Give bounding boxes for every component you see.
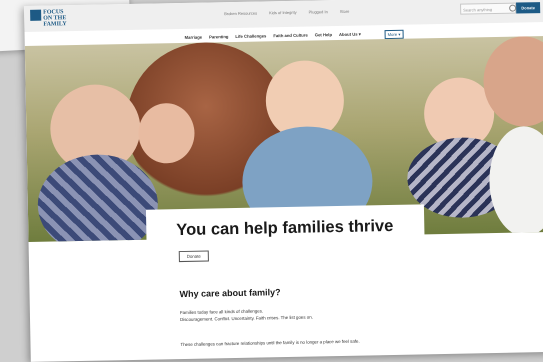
nav-item[interactable]: Marriage <box>185 35 203 40</box>
body-line: These challenges can fracture relationsh… <box>180 338 360 348</box>
search-input[interactable]: Search anything <box>460 2 517 15</box>
section-heading: Why care about family? <box>179 287 281 300</box>
utility-link[interactable]: Store <box>340 9 350 14</box>
nav-item[interactable]: About Us ▾ <box>339 32 361 37</box>
utility-link[interactable]: Broken Resources <box>224 11 257 17</box>
photo-shape <box>488 125 543 238</box>
logo-text: FOCUS ON THE FAMILY <box>43 9 67 28</box>
top-bar: FOCUS ON THE FAMILY Broken Resources Kid… <box>24 0 543 32</box>
utility-nav: Broken Resources Kids of Integrity Plugg… <box>224 9 349 16</box>
site-logo[interactable]: FOCUS ON THE FAMILY <box>30 9 68 28</box>
nav-item[interactable]: Faith and Culture <box>273 33 308 39</box>
nav-item[interactable]: Get Help <box>315 32 332 37</box>
header-donate-button[interactable]: Donate <box>516 2 541 14</box>
web-page-screen: FOCUS ON THE FAMILY Broken Resources Kid… <box>24 0 543 362</box>
nav-more-dropdown[interactable]: More ▾ <box>384 29 404 40</box>
logo-mark-icon <box>30 9 42 21</box>
section-body: Families today face all kinds of challen… <box>180 307 313 324</box>
utility-link[interactable]: Plugged In <box>309 9 328 14</box>
nav-item[interactable]: Parenting <box>209 34 228 39</box>
main-nav: Marriage Parenting Life Challenges Faith… <box>185 32 361 40</box>
utility-link[interactable]: Kids of Integrity <box>269 10 297 16</box>
donate-button[interactable]: Donate <box>178 250 209 263</box>
body-line: Discouragement. Conflict. Uncertainty. F… <box>180 314 313 323</box>
nav-item[interactable]: Life Challenges <box>235 33 266 39</box>
